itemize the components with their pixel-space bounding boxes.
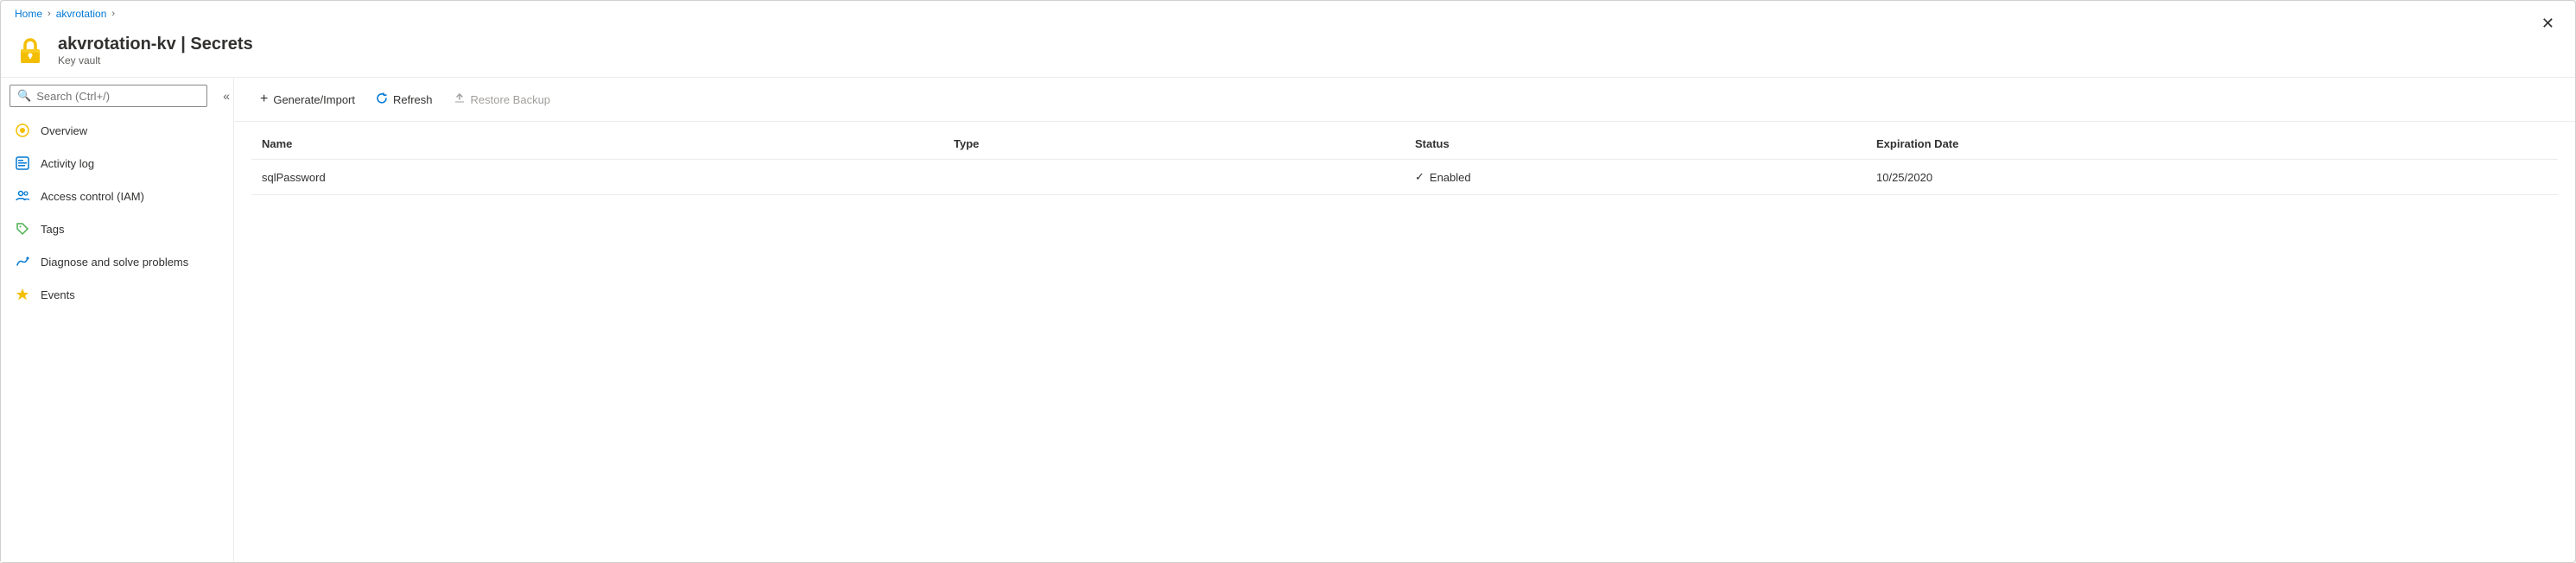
check-icon: ✓ (1415, 170, 1424, 184)
secrets-table-area: Name Type Status Expiration Date sqlPass… (234, 122, 2575, 562)
main-window: Home › akvrotation › akvrotation-kv | Se… (0, 0, 2576, 563)
diagnose-label: Diagnose and solve problems (41, 256, 188, 269)
tags-icon (15, 221, 30, 237)
kv-icon (15, 35, 46, 66)
sidebar: 🔍 « Overview (1, 78, 234, 562)
sidebar-item-tags[interactable]: Tags (1, 212, 233, 245)
generate-import-button[interactable]: + Generate/Import (251, 86, 364, 112)
col-header-type: Type (943, 129, 1405, 160)
events-label: Events (41, 288, 75, 301)
plus-icon: + (260, 92, 268, 107)
col-header-name: Name (251, 129, 943, 160)
breadcrumb-chevron-2: › (111, 9, 115, 19)
toolbar: + Generate/Import Refresh (234, 78, 2575, 122)
main-layout: 🔍 « Overview (1, 78, 2575, 562)
access-control-label: Access control (IAM) (41, 190, 144, 203)
page-title: akvrotation-kv | Secrets (58, 34, 253, 54)
status-label: Enabled (1430, 171, 1471, 184)
refresh-button[interactable]: Refresh (367, 87, 441, 112)
breadcrumb-home[interactable]: Home (15, 8, 42, 20)
activity-log-label: Activity log (41, 157, 94, 170)
secret-status: ✓ Enabled (1405, 160, 1866, 195)
table-header: Name Type Status Expiration Date (251, 129, 2558, 160)
header-text: akvrotation-kv | Secrets Key vault (58, 34, 253, 66)
breadcrumb-chevron-1: › (48, 9, 51, 19)
secrets-table: Name Type Status Expiration Date sqlPass… (251, 129, 2558, 195)
search-icon: 🔍 (17, 89, 31, 103)
secret-type (943, 160, 1405, 195)
close-button[interactable]: ✕ (2535, 11, 2561, 36)
collapse-sidebar-button[interactable]: « (219, 85, 233, 106)
col-header-expiration: Expiration Date (1866, 129, 2558, 160)
access-control-icon (15, 188, 30, 204)
diagnose-icon (15, 254, 30, 269)
overview-icon (15, 123, 30, 138)
secret-expiration: 10/25/2020 (1866, 160, 2558, 195)
page-header: akvrotation-kv | Secrets Key vault ✕ (1, 27, 2575, 78)
tags-label: Tags (41, 223, 64, 236)
refresh-label: Refresh (393, 93, 433, 106)
secret-name: sqlPassword (251, 160, 943, 195)
refresh-icon (376, 92, 388, 107)
page-subtitle: Key vault (58, 54, 253, 66)
restore-backup-label: Restore Backup (471, 93, 551, 106)
sidebar-item-access-control[interactable]: Access control (IAM) (1, 180, 233, 212)
sidebar-item-activity-log[interactable]: Activity log (1, 147, 233, 180)
restore-icon (454, 92, 466, 107)
overview-label: Overview (41, 124, 87, 137)
events-icon (15, 287, 30, 302)
breadcrumb: Home › akvrotation › (1, 1, 2575, 27)
table-body: sqlPassword ✓ Enabled 10/25/2020 (251, 160, 2558, 195)
generate-import-label: Generate/Import (273, 93, 355, 106)
col-header-status: Status (1405, 129, 1866, 160)
table-row[interactable]: sqlPassword ✓ Enabled 10/25/2020 (251, 160, 2558, 195)
sidebar-item-diagnose[interactable]: Diagnose and solve problems (1, 245, 233, 278)
search-box[interactable]: 🔍 (10, 85, 207, 107)
restore-backup-button[interactable]: Restore Backup (445, 87, 560, 112)
nav-items: Overview Activity log (1, 114, 233, 562)
content-area: + Generate/Import Refresh (234, 78, 2575, 562)
sidebar-item-overview[interactable]: Overview (1, 114, 233, 147)
search-input[interactable] (36, 90, 200, 103)
activity-log-icon (15, 155, 30, 171)
sidebar-item-events[interactable]: Events (1, 278, 233, 311)
breadcrumb-parent[interactable]: akvrotation (56, 8, 107, 20)
